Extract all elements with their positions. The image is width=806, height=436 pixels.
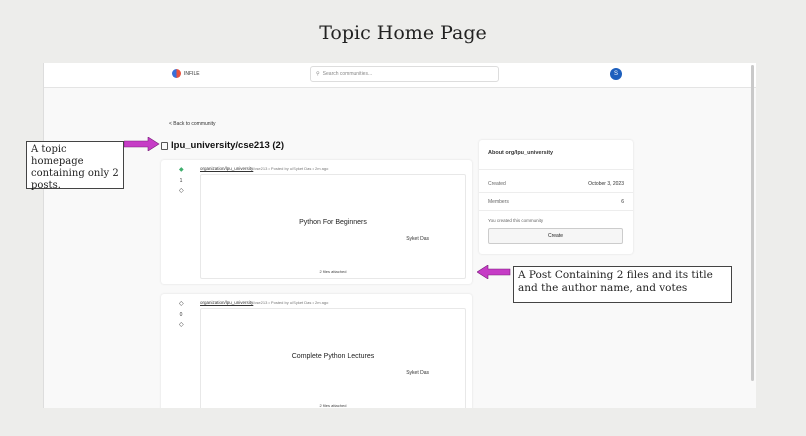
post-meta-text: /cse213 • Posted by u/Syket Das • 2m ago bbox=[253, 300, 329, 305]
annotation-topic-homepage: A topic homepage containing only 2 posts… bbox=[26, 141, 124, 191]
page-title: lpu_university/cse213 (2) bbox=[161, 140, 284, 151]
avatar-initial: S bbox=[613, 71, 618, 77]
logo-icon bbox=[172, 69, 181, 78]
avatar[interactable]: S bbox=[610, 68, 622, 80]
post-meta: organization/lpu_university/cse213 • Pos… bbox=[200, 166, 328, 171]
divider bbox=[479, 169, 633, 170]
post-meta-text: /cse213 • Posted by u/Syket Das • 2m ago bbox=[253, 166, 329, 171]
upvote-icon[interactable]: ◇ bbox=[179, 300, 184, 309]
annotation-post-description: A Post Containing 2 files and its title … bbox=[513, 266, 732, 303]
created-community-note: You created this community bbox=[488, 218, 544, 223]
top-navbar: INFILE ⚲ Search communities... S bbox=[44, 63, 756, 88]
post-content[interactable]: Complete Python Lectures Syket Das 2 fil… bbox=[200, 308, 466, 408]
post-title: Complete Python Lectures bbox=[291, 353, 375, 360]
lock-icon bbox=[161, 141, 168, 150]
logo-text: INFILE bbox=[184, 70, 200, 77]
post-content[interactable]: Python For Beginners Syket Das 2 files a… bbox=[200, 174, 466, 279]
search-icon: ⚲ bbox=[316, 71, 320, 77]
downvote-icon[interactable]: ◇ bbox=[179, 321, 184, 330]
post-card[interactable]: ◆ 1 ◇ organization/lpu_university/cse213… bbox=[161, 160, 472, 284]
vote-column: ◇ 0 ◇ bbox=[179, 300, 184, 330]
vote-column: ◆ 1 ◇ bbox=[179, 166, 184, 196]
divider bbox=[479, 210, 633, 211]
page-title-text: lpu_university/cse213 (2) bbox=[171, 140, 284, 151]
created-value: October 3, 2023 bbox=[588, 181, 624, 187]
files-attached: 2 files attached bbox=[319, 403, 347, 408]
created-label: Created bbox=[488, 181, 506, 187]
vote-count: 1 bbox=[179, 178, 183, 184]
about-community-card: About org/lpu_university Created October… bbox=[479, 140, 633, 254]
search-placeholder: Search communities... bbox=[322, 71, 373, 77]
slide-title: Topic Home Page bbox=[319, 22, 487, 44]
back-to-community-link[interactable]: < Back to community bbox=[169, 121, 216, 127]
about-title: About org/lpu_university bbox=[488, 150, 554, 156]
members-label: Members bbox=[488, 199, 509, 205]
post-author: Syket Das bbox=[406, 236, 429, 242]
create-button[interactable]: Create bbox=[488, 228, 623, 244]
downvote-icon[interactable]: ◇ bbox=[179, 187, 184, 196]
app-screenshot: INFILE ⚲ Search communities... S < Back … bbox=[43, 63, 756, 408]
post-title: Python For Beginners bbox=[299, 219, 367, 226]
divider bbox=[479, 192, 633, 193]
members-value: 6 bbox=[621, 199, 624, 205]
vote-count: 0 bbox=[179, 312, 183, 318]
post-meta: organization/lpu_university/cse213 • Pos… bbox=[200, 300, 328, 305]
search-input[interactable]: ⚲ Search communities... bbox=[310, 66, 499, 82]
annotation-arrow-left-icon bbox=[477, 265, 511, 279]
post-org-link[interactable]: organization/lpu_university bbox=[200, 300, 253, 305]
app-logo[interactable]: INFILE bbox=[172, 69, 200, 78]
scrollbar[interactable] bbox=[751, 65, 754, 381]
upvote-icon[interactable]: ◆ bbox=[179, 166, 184, 175]
post-card[interactable]: ◇ 0 ◇ organization/lpu_university/cse213… bbox=[161, 294, 472, 408]
post-author: Syket Das bbox=[406, 370, 429, 376]
annotation-arrow-right-icon bbox=[124, 137, 160, 151]
files-attached: 2 files attached bbox=[319, 269, 347, 274]
post-org-link[interactable]: organization/lpu_university bbox=[200, 166, 253, 171]
